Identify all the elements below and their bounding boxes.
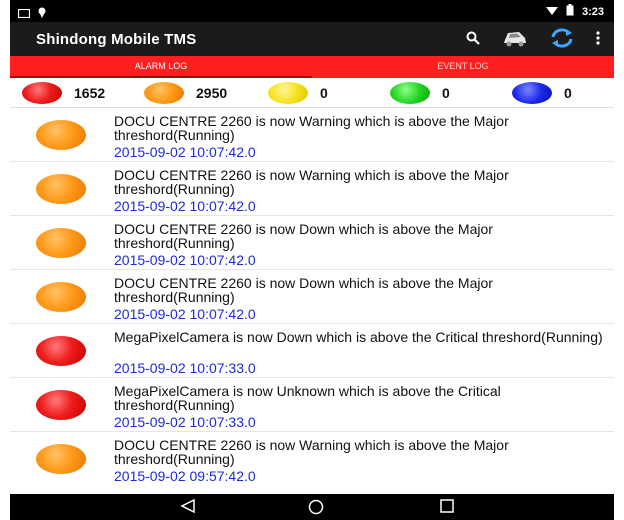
count-info[interactable]: 0 xyxy=(512,81,572,105)
log-tabs: ALARM LOG EVENT LOG xyxy=(10,56,614,78)
count-value: 1652 xyxy=(74,85,106,101)
count-critical[interactable]: 1652 xyxy=(22,81,105,105)
alarm-message: DOCU CENTRE 2260 is now Down which is ab… xyxy=(114,275,493,305)
alarm-list-item[interactable]: DOCU CENTRE 2260 is now Down which is ab… xyxy=(10,270,614,324)
orange-status-ball-icon xyxy=(36,228,86,258)
orange-status-ball-icon xyxy=(36,444,86,474)
alarm-timestamp: 2015-09-02 10:07:33.0 xyxy=(114,360,256,376)
battery-icon xyxy=(566,4,574,19)
alarm-list-item[interactable]: DOCU CENTRE 2260 is now Warning which is… xyxy=(10,432,614,486)
count-value: 0 xyxy=(564,85,572,101)
count-normal[interactable]: 0 xyxy=(390,81,450,105)
tab-alarm-log[interactable]: ALARM LOG xyxy=(10,56,312,78)
alarm-list-item[interactable]: DOCU CENTRE 2260 is now Warning which is… xyxy=(10,108,614,162)
alarm-timestamp: 2015-09-02 10:07:42.0 xyxy=(114,252,256,268)
clock: 3:23 xyxy=(581,5,604,18)
count-major[interactable]: 2950 xyxy=(144,81,227,105)
alarm-timestamp: 2015-09-02 10:07:33.0 xyxy=(114,414,256,430)
yellow-status-ball-icon xyxy=(268,82,308,104)
orange-status-ball-icon xyxy=(36,174,86,204)
back-icon[interactable] xyxy=(180,498,198,515)
orange-status-ball-icon xyxy=(36,282,86,312)
screenshot-notification-icon xyxy=(17,5,31,23)
location-pin-icon xyxy=(38,5,46,23)
orange-status-ball-icon xyxy=(144,82,184,104)
count-value: 0 xyxy=(442,85,450,101)
alarm-timestamp: 2015-09-02 10:07:42.0 xyxy=(114,306,256,322)
car-icon[interactable] xyxy=(502,28,528,53)
search-icon[interactable] xyxy=(466,31,480,50)
alarm-message: DOCU CENTRE 2260 is now Warning which is… xyxy=(114,167,509,197)
refresh-icon[interactable] xyxy=(550,28,574,53)
status-bar: 3:23 xyxy=(10,0,614,22)
count-value: 2950 xyxy=(196,85,228,101)
red-status-ball-icon xyxy=(36,336,86,366)
alarm-list-item[interactable]: DOCU CENTRE 2260 is now Warning which is… xyxy=(10,162,614,216)
alarm-message: MegaPixelCamera is now Down which is abo… xyxy=(114,329,603,345)
recents-icon[interactable] xyxy=(440,499,458,515)
red-status-ball-icon xyxy=(22,82,62,104)
count-value: 0 xyxy=(320,85,328,101)
alarm-message: DOCU CENTRE 2260 is now Down which is ab… xyxy=(114,221,493,251)
tab-event-log[interactable]: EVENT LOG xyxy=(312,56,614,78)
alarm-timestamp: 2015-09-02 10:07:42.0 xyxy=(114,144,256,160)
alarm-list-item[interactable]: MegaPixelCamera is now Down which is abo… xyxy=(10,324,614,378)
action-bar: Shindong Mobile TMS xyxy=(10,22,614,56)
app-title: Shindong Mobile TMS xyxy=(36,31,197,48)
overflow-menu-icon[interactable] xyxy=(596,31,600,50)
alarm-list-item[interactable]: MegaPixelCamera is now Unknown which is … xyxy=(10,378,614,432)
blue-status-ball-icon xyxy=(512,82,552,104)
navigation-bar xyxy=(10,494,614,520)
alarm-list: DOCU CENTRE 2260 is now Warning which is… xyxy=(10,108,614,494)
alarm-timestamp: 2015-09-02 09:57:42.0 xyxy=(114,468,256,484)
alarm-message: MegaPixelCamera is now Unknown which is … xyxy=(114,383,501,413)
count-minor[interactable]: 0 xyxy=(268,81,328,105)
red-status-ball-icon xyxy=(36,390,86,420)
orange-status-ball-icon xyxy=(36,120,86,150)
wifi-icon xyxy=(545,5,558,18)
alarm-message: DOCU CENTRE 2260 is now Warning which is… xyxy=(114,113,509,143)
alarm-list-item[interactable]: DOCU CENTRE 2260 is now Down which is ab… xyxy=(10,216,614,270)
home-icon[interactable] xyxy=(308,499,326,515)
alarm-message: DOCU CENTRE 2260 is now Warning which is… xyxy=(114,437,509,467)
alarm-timestamp: 2015-09-02 10:07:42.0 xyxy=(114,198,256,214)
green-status-ball-icon xyxy=(390,82,430,104)
severity-counts: 1652 2950 0 0 0 xyxy=(10,78,614,108)
